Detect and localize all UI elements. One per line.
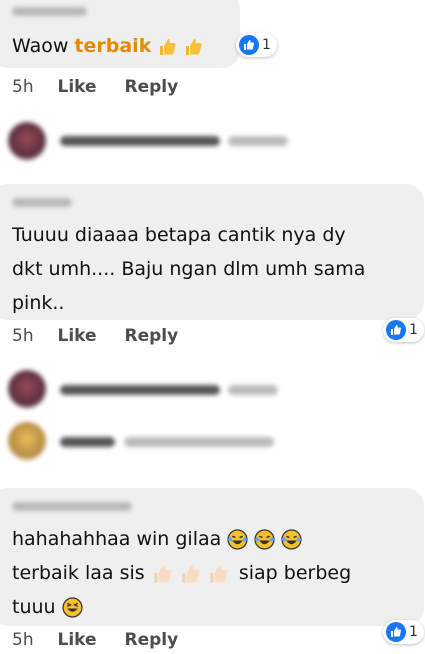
commenter-name-blurred <box>12 198 72 207</box>
avatar <box>8 422 46 460</box>
comment-bubble-3: hahahahhaa win gilaa terbaik laa sis sia… <box>0 488 424 626</box>
reply-button[interactable]: Reply <box>124 326 178 346</box>
comment-actions: 5h Like Reply <box>12 77 178 97</box>
comment-time: 5h <box>12 77 34 97</box>
thumbs-up-light-skin-icon <box>182 564 200 583</box>
avatar <box>8 370 46 408</box>
reply-button[interactable]: Reply <box>124 77 178 97</box>
grinning-squinting-emoji-icon <box>62 597 83 618</box>
avatar <box>8 122 46 160</box>
reply-mention-blurred <box>228 385 278 395</box>
reply-action-blurred <box>124 437 274 447</box>
thumbs-up-icon <box>160 38 176 55</box>
laughing-emoji-icon <box>254 529 275 550</box>
highlighted-word: terbaik <box>74 35 152 57</box>
reaction-count: 1 <box>262 37 271 53</box>
reaction-badge[interactable]: 1 <box>383 318 424 342</box>
like-button[interactable]: Like <box>58 630 97 650</box>
comment-time: 5h <box>12 326 34 346</box>
comment-bubble-1: Waow terbaik <box>0 0 240 68</box>
reaction-count: 1 <box>409 322 418 338</box>
reply-author-blurred <box>60 385 220 395</box>
reply-button[interactable]: Reply <box>124 630 178 650</box>
laughing-emoji-icon <box>281 529 303 550</box>
comment-actions: 5h Like Reply <box>12 630 178 650</box>
thumbs-up-light-skin-icon <box>210 564 228 583</box>
reply-mention-blurred <box>228 136 288 146</box>
reaction-badge[interactable]: 1 <box>236 33 277 57</box>
comment-bubble-2: Tuuuu diaaaa betapa cantik nya dy dkt um… <box>0 184 424 320</box>
reaction-count: 1 <box>409 624 418 640</box>
commenter-name-blurred <box>12 502 132 511</box>
comment-time: 5h <box>12 630 34 650</box>
reply-author-blurred <box>60 437 115 447</box>
like-button[interactable]: Like <box>58 326 97 346</box>
comment-text: hahahahhaa win gilaa terbaik laa sis sia… <box>12 528 352 618</box>
reaction-badge[interactable]: 1 <box>383 620 424 644</box>
like-reaction-icon <box>239 35 259 55</box>
thumbs-up-icon <box>186 38 203 55</box>
comment-text: Waow terbaik <box>12 29 203 63</box>
like-reaction-icon <box>386 320 406 340</box>
commenter-name-blurred <box>12 7 87 16</box>
comment-actions: 5h Like Reply <box>12 326 178 346</box>
reply-author-blurred <box>60 136 220 146</box>
laughing-emoji-icon <box>227 529 248 550</box>
like-reaction-icon <box>386 622 406 642</box>
like-button[interactable]: Like <box>58 77 97 97</box>
thumbs-up-light-skin-icon <box>154 564 172 583</box>
comment-text: Tuuuu diaaaa betapa cantik nya dy dkt um… <box>12 224 366 314</box>
